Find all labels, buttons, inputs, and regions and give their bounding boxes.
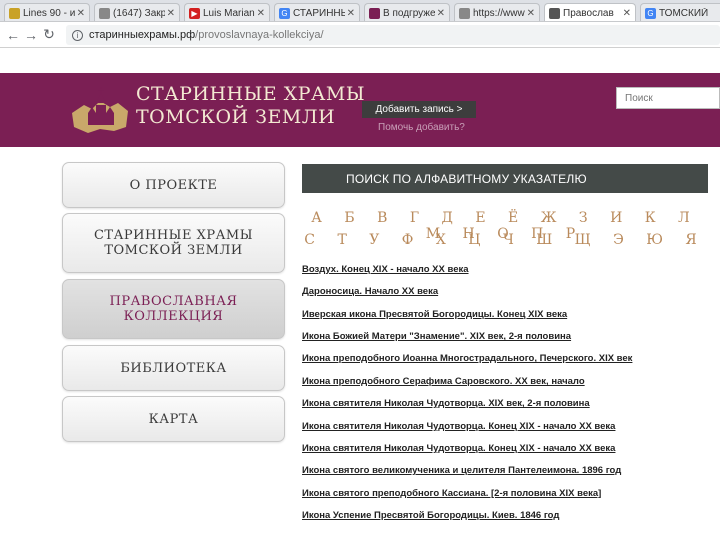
page-top-spacer xyxy=(0,49,720,73)
church-logo-icon[interactable] xyxy=(70,83,130,135)
back-icon[interactable]: ← xyxy=(4,26,22,44)
tab-label: https://www. xyxy=(473,7,525,19)
sidebar-item-label: БИБЛИОТЕКА xyxy=(120,360,227,376)
browser-tab-active[interactable]: Православ ✕ xyxy=(544,3,636,21)
tab-favicon-icon xyxy=(99,7,110,19)
sidebar-item-label: ПРАВОСЛАВНАЯ КОЛЛЕКЦИЯ xyxy=(109,294,238,324)
add-record-button[interactable]: Добавить запись > xyxy=(362,101,476,118)
site-header: СТАРИННЫЕ ХРАМЫ ТОМСКОЙ ЗЕМЛИ Добавить з… xyxy=(0,73,720,147)
sidebar-item-library[interactable]: БИБЛИОТЕКА xyxy=(62,345,285,391)
close-icon[interactable]: ✕ xyxy=(257,8,265,19)
info-icon[interactable]: i xyxy=(72,29,83,41)
browser-tab[interactable]: (1647) Закр ✕ xyxy=(94,3,180,21)
tab-favicon-icon xyxy=(9,7,20,19)
close-icon[interactable]: ✕ xyxy=(437,8,445,19)
tab-label: ТОМСКИЙ xyxy=(659,7,709,19)
close-icon[interactable]: ✕ xyxy=(347,8,355,19)
collection-item-link[interactable]: Дароносица. Начало XX века xyxy=(302,286,438,297)
close-icon[interactable]: ✕ xyxy=(167,8,175,19)
help-add-link[interactable]: Помочь добавить? xyxy=(378,122,465,133)
collection-item-link[interactable]: Икона Успение Пресвятой Богородицы. Киев… xyxy=(302,510,559,521)
browser-tab[interactable]: G СТАРИННЫ ✕ xyxy=(274,3,360,21)
browser-tab[interactable]: ▶ Luis Mariano ✕ xyxy=(184,3,270,21)
site-favicon-icon xyxy=(369,7,380,19)
tab-label: Lines 90 - и xyxy=(23,7,75,19)
collection-item-link[interactable]: Икона святителя Николая Чудотворца. Коне… xyxy=(302,421,615,432)
tab-label: Православ xyxy=(563,7,614,19)
youtube-icon: ▶ xyxy=(189,7,200,19)
site-title-line: ТОМСКОЙ ЗЕМЛИ xyxy=(136,106,336,128)
browser-tab[interactable]: Lines 90 - и ✕ xyxy=(4,3,90,21)
close-icon[interactable]: ✕ xyxy=(527,8,535,19)
sidebar-item-old-churches[interactable]: СТАРИННЫЕ ХРАМЫ ТОМСКОЙ ЗЕМЛИ xyxy=(62,213,285,273)
collection-item-link[interactable]: Икона святителя Николая Чудотворца. XIX … xyxy=(302,398,590,409)
sidebar-item-label: О ПРОЕКТЕ xyxy=(129,177,218,193)
reload-icon[interactable]: ↻ xyxy=(40,26,58,44)
collection-item-link[interactable]: Воздух. Конец XIX - начало XX века xyxy=(302,264,469,275)
forward-icon[interactable]: → xyxy=(22,26,40,44)
browser-tab[interactable]: G ТОМСКИЙ xyxy=(640,3,720,21)
collection-item-link[interactable]: Икона преподобного Серафима Саровского. … xyxy=(302,376,585,387)
collection-item-link[interactable]: Икона святителя Николая Чудотворца. Коне… xyxy=(302,443,615,454)
sidebar-item-about[interactable]: О ПРОЕКТЕ xyxy=(62,162,285,208)
tab-label: Luis Mariano xyxy=(203,7,255,19)
tab-label: СТАРИННЫ xyxy=(293,7,345,19)
sidebar-item-orthodox-collection[interactable]: ПРАВОСЛАВНАЯ КОЛЛЕКЦИЯ xyxy=(62,279,285,339)
sidebar-item-label: СТАРИННЫЕ ХРАМЫ ТОМСКОЙ ЗЕМЛИ xyxy=(93,228,254,258)
close-icon[interactable]: ✕ xyxy=(77,8,85,19)
collection-item-link[interactable]: Икона Божией Матери "Знамение". XIX век,… xyxy=(302,331,571,342)
search-input[interactable] xyxy=(616,87,720,109)
site-title-line: СТАРИННЫЕ ХРАМЫ xyxy=(136,83,366,105)
alphabet-search-heading: ПОИСК ПО АЛФАВИТНОМУ УКАЗАТЕЛЮ xyxy=(302,164,708,193)
google-icon: G xyxy=(645,7,656,19)
url-path: /provoslavnaya-kollekciya/ xyxy=(195,29,324,41)
collection-item-link[interactable]: Икона преподобного Иоанна Многострадальн… xyxy=(302,353,632,364)
tab-favicon-icon xyxy=(459,7,470,19)
browser-tab[interactable]: В подгруже ✕ xyxy=(364,3,450,21)
collection-item-link[interactable]: Икона святого преподобного Кассиана. [2-… xyxy=(302,488,601,499)
address-bar: ← → ↻ i старинныехрамы.рф/provoslavnaya-… xyxy=(0,22,720,48)
sidebar-item-label: КАРТА xyxy=(148,411,199,427)
collection-item-link[interactable]: Икона святого великомученика и целителя … xyxy=(302,465,621,476)
tab-label: (1647) Закр xyxy=(113,7,165,19)
close-icon[interactable]: ✕ xyxy=(623,8,631,19)
alphabet-row[interactable]: С Т У Ф Х Ц Ч Ш Щ Э Ю Я xyxy=(302,232,708,248)
browser-tab[interactable]: https://www. ✕ xyxy=(454,3,540,21)
google-icon: G xyxy=(279,7,290,19)
sidebar-item-map[interactable]: КАРТА xyxy=(62,396,285,442)
collection-item-link[interactable]: Иверская икона Пресвятой Богородицы. Кон… xyxy=(302,309,567,320)
url-host: старинныехрамы.рф xyxy=(89,29,196,41)
tab-label: В подгруже xyxy=(383,7,435,19)
page-icon xyxy=(549,7,560,19)
browser-tab-strip: Lines 90 - и ✕ (1647) Закр ✕ ▶ Luis Mari… xyxy=(0,0,720,22)
site-title[interactable]: СТАРИННЫЕ ХРАМЫ ТОМСКОЙ ЗЕМЛИ xyxy=(136,83,365,129)
url-field[interactable]: i старинныехрамы.рф/provoslavnaya-kollek… xyxy=(66,25,720,45)
